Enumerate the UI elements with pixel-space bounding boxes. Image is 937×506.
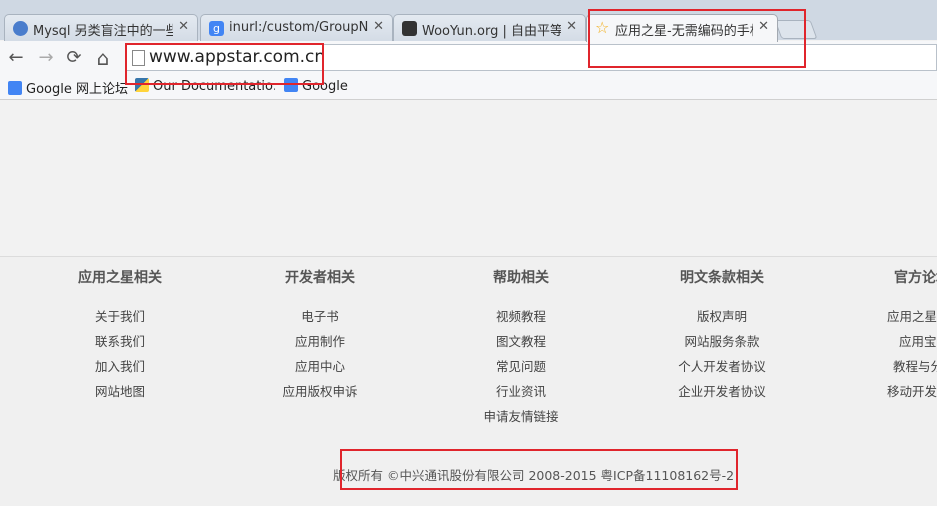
footer-heading: 帮助相关 (493, 270, 549, 286)
google-icon: g (209, 21, 224, 36)
tab-mysql[interactable]: Mysql 另类盲注中的一些 ✕ (4, 14, 198, 42)
tab-title: Mysql 另类盲注中的一些 (33, 24, 173, 39)
footer-link[interactable]: 行业资讯 (431, 379, 611, 404)
footer-link[interactable]: 移动开发者 (837, 379, 937, 404)
footer-link[interactable]: 网站地图 (30, 379, 210, 404)
close-icon[interactable]: ✕ (178, 19, 189, 34)
highlight-box-url (125, 43, 324, 85)
footer-heading: 应用之星相关 (78, 270, 162, 286)
footer-link[interactable]: 图文教程 (431, 329, 611, 354)
tab-title: inurl:/custom/GroupNe (229, 20, 368, 35)
footer-heading: 官方论坛 (894, 270, 937, 286)
footer-link[interactable]: 联系我们 (30, 329, 210, 354)
footer-link[interactable]: 电子书 (230, 304, 410, 329)
footer-link[interactable]: 企业开发者协议 (632, 379, 812, 404)
page-blank-area (0, 100, 937, 256)
bookmark-google-groups[interactable]: Google 网上论坛 (8, 78, 128, 96)
footer-link[interactable]: 应用中心 (230, 354, 410, 379)
forward-icon[interactable]: → (36, 48, 56, 68)
close-icon[interactable]: ✕ (373, 19, 384, 34)
footer-link[interactable]: 应用制作 (230, 329, 410, 354)
footer-column-forum: 官方论坛 应用之星交流 应用宝贝 教程与分享 移动开发者 (837, 269, 937, 404)
footer-link[interactable]: 加入我们 (30, 354, 210, 379)
footer-link[interactable]: 应用之星交流 (837, 304, 937, 329)
tab-wooyun[interactable]: WooYun.org | 自由平等 ✕ (393, 14, 586, 42)
footer-link[interactable]: 申请友情链接 (431, 404, 611, 429)
wooyun-icon (402, 21, 417, 36)
footer-link[interactable]: 应用版权申诉 (230, 379, 410, 404)
footer-link[interactable]: 教程与分享 (837, 354, 937, 379)
footer-heading: 明文条款相关 (680, 270, 764, 286)
footer-link[interactable]: 网站服务条款 (632, 329, 812, 354)
footer-link[interactable]: 关于我们 (30, 304, 210, 329)
close-icon[interactable]: ✕ (566, 19, 577, 34)
globe-icon (13, 21, 28, 36)
home-icon[interactable]: ⌂ (93, 48, 113, 68)
footer-column-developer: 开发者相关 电子书 应用制作 应用中心 应用版权申诉 (230, 269, 410, 404)
footer-column-terms: 明文条款相关 版权声明 网站服务条款 个人开发者协议 企业开发者协议 (632, 269, 812, 404)
back-icon[interactable]: ← (6, 48, 26, 68)
footer-column-help: 帮助相关 视频教程 图文教程 常见问题 行业资讯 申请友情链接 (431, 269, 611, 429)
footer-link[interactable]: 常见问题 (431, 354, 611, 379)
highlight-box-copyright (340, 449, 738, 490)
footer-column-appstar: 应用之星相关 关于我们 联系我们 加入我们 网站地图 (30, 269, 210, 404)
footer-link[interactable]: 版权声明 (632, 304, 812, 329)
footer-link[interactable]: 应用宝贝 (837, 329, 937, 354)
bookmark-label: Google 网上论坛 (26, 82, 128, 96)
highlight-box-tab (588, 9, 806, 68)
tab-inurl[interactable]: g inurl:/custom/GroupNe ✕ (200, 14, 393, 42)
footer-link[interactable]: 视频教程 (431, 304, 611, 329)
reload-icon[interactable]: ⟳ (64, 48, 84, 68)
footer-heading: 开发者相关 (285, 270, 355, 286)
google-groups-icon (8, 81, 22, 95)
footer-link[interactable]: 个人开发者协议 (632, 354, 812, 379)
tab-title: WooYun.org | 自由平等 (422, 24, 561, 39)
